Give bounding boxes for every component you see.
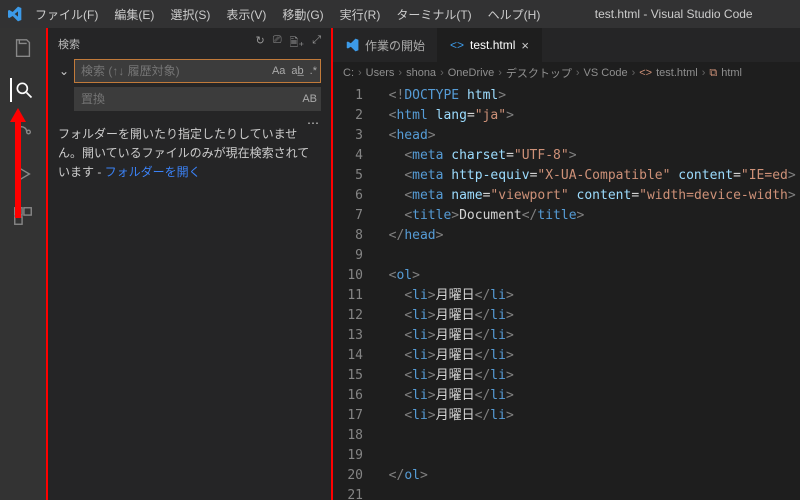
whole-word-icon[interactable]: ab̲ xyxy=(291,65,303,77)
debug-icon[interactable] xyxy=(11,162,35,186)
sidebar-title: 検索 xyxy=(58,36,80,52)
scm-icon[interactable] xyxy=(11,120,35,144)
menu-help[interactable]: ヘルプ(H) xyxy=(481,3,548,26)
html-file-icon: <> xyxy=(450,38,464,52)
menu-bar: ファイル(F) 編集(E) 選択(S) 表示(V) 移動(G) 実行(R) ター… xyxy=(28,3,547,26)
extensions-icon[interactable] xyxy=(11,204,35,228)
editor-area: 作業の開始 <> test.html × C:› Users› shona› O… xyxy=(333,28,800,500)
window-title: test.html - Visual Studio Code xyxy=(553,7,794,21)
tab-welcome[interactable]: 作業の開始 xyxy=(333,28,438,62)
tab-label: test.html xyxy=(470,38,515,52)
collapse-icon[interactable]: ⤢ xyxy=(312,34,321,53)
tab-bar: 作業の開始 <> test.html × xyxy=(333,28,800,62)
clear-icon[interactable]: ⎚ xyxy=(273,34,282,53)
menu-view[interactable]: 表示(V) xyxy=(219,3,273,26)
open-folder-link[interactable]: フォルダーを開く xyxy=(105,165,201,179)
menu-file[interactable]: ファイル(F) xyxy=(28,3,105,26)
activity-bar xyxy=(0,28,48,500)
regex-icon[interactable]: .* xyxy=(310,65,317,77)
match-case-icon[interactable]: Aa xyxy=(272,65,285,77)
vscode-icon xyxy=(345,38,359,52)
menu-go[interactable]: 移動(G) xyxy=(275,3,330,26)
tab-test-html[interactable]: <> test.html × xyxy=(438,28,542,62)
line-numbers: 123456789101112131415161718192021222324 xyxy=(333,84,373,500)
tab-label: 作業の開始 xyxy=(365,37,425,54)
search-sidebar: 検索 ↻ ⎚ 🗎₊ ⤢ ⌄ Aa ab̲ .* xyxy=(48,28,333,500)
menu-edit[interactable]: 編集(E) xyxy=(107,3,161,26)
explorer-icon[interactable] xyxy=(11,36,35,60)
titlebar: ファイル(F) 編集(E) 選択(S) 表示(V) 移動(G) 実行(R) ター… xyxy=(0,0,800,28)
close-icon[interactable]: × xyxy=(521,38,529,53)
search-message: フォルダーを開いたり指定したりしていません。開いているファイルのみが現在検索され… xyxy=(58,125,321,183)
new-file-icon[interactable]: 🗎₊ xyxy=(290,34,305,53)
more-options-icon[interactable]: ⋯ xyxy=(307,116,319,130)
search-icon[interactable] xyxy=(10,78,34,102)
sidebar-header: 検索 ↻ ⎚ 🗎₊ ⤢ xyxy=(58,34,321,53)
breadcrumb[interactable]: C:› Users› shona› OneDrive› デスクトップ› VS C… xyxy=(333,62,800,84)
code-content[interactable]: <!DOCTYPE html> <html lang="ja"> <head> … xyxy=(373,84,800,500)
menu-run[interactable]: 実行(R) xyxy=(333,3,388,26)
refresh-icon[interactable]: ↻ xyxy=(256,34,265,53)
replace-input[interactable] xyxy=(74,87,321,111)
toggle-replace-chevron[interactable]: ⌄ xyxy=(58,64,70,78)
preserve-case-icon[interactable]: AB xyxy=(302,93,317,105)
menu-terminal[interactable]: ターミナル(T) xyxy=(389,3,478,26)
code-editor[interactable]: 123456789101112131415161718192021222324 … xyxy=(333,84,800,500)
vscode-icon xyxy=(6,6,22,22)
menu-selection[interactable]: 選択(S) xyxy=(163,3,217,26)
